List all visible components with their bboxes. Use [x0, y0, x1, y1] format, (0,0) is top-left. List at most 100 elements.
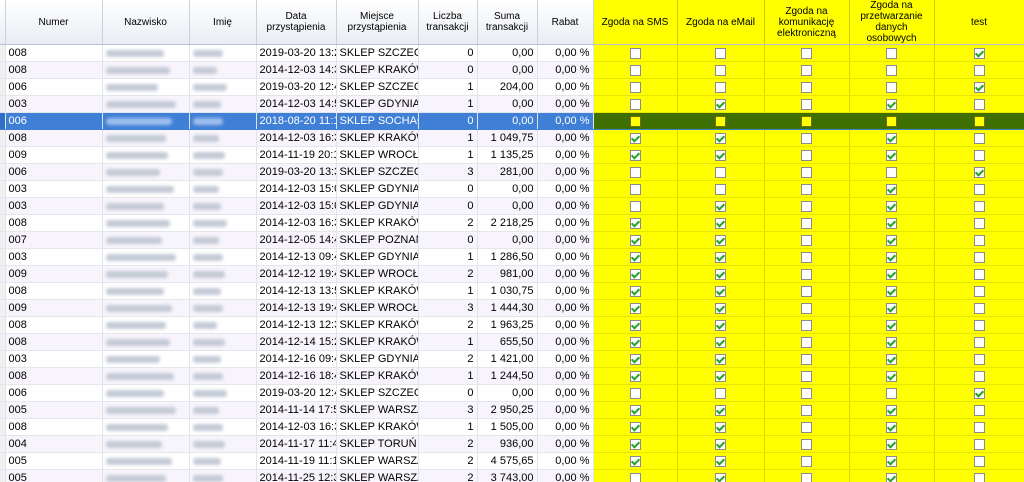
- consent-data-processing-checkbox[interactable]: [886, 455, 897, 467]
- cell-miejsce-przystapienia[interactable]: SKLEP KRAKÓW: [336, 282, 419, 300]
- cell-imie[interactable]: [189, 418, 257, 436]
- cell-suma-transakcji[interactable]: 2 218,25: [477, 214, 538, 232]
- consent-electronic-checkbox[interactable]: [801, 455, 812, 467]
- cell-numer[interactable]: 005: [5, 452, 103, 470]
- consent-email-checkbox[interactable]: [715, 404, 726, 416]
- cell-suma-transakcji[interactable]: 936,00: [477, 435, 538, 453]
- test-checkbox[interactable]: [973, 336, 985, 348]
- cell-numer[interactable]: 008: [5, 367, 103, 385]
- consent-sms-checkbox[interactable]: [629, 115, 641, 127]
- test-checkbox[interactable]: [973, 421, 985, 433]
- table-row[interactable]: 003 2014-12-03 15:04:SKLEP GDYNIA00,000,0…: [0, 180, 1024, 198]
- cell-numer[interactable]: 003: [5, 180, 103, 198]
- consent-data-processing-checkbox[interactable]: [886, 268, 897, 280]
- cell-imie[interactable]: [189, 112, 257, 130]
- test-checkbox[interactable]: [973, 353, 985, 365]
- consent-email-checkbox[interactable]: [715, 98, 726, 110]
- cell-rabat[interactable]: 0,00 %: [537, 231, 594, 249]
- cell-miejsce-przystapienia[interactable]: SKLEP KRAKÓW: [336, 214, 419, 232]
- cell-suma-transakcji[interactable]: 1 244,50: [477, 367, 538, 385]
- cell-liczba-transakcji[interactable]: 3: [418, 163, 478, 181]
- cell-miejsce-przystapienia[interactable]: SKLEP WROCŁAW: [336, 299, 419, 317]
- cell-numer[interactable]: 008: [5, 129, 103, 147]
- test-checkbox[interactable]: [973, 387, 985, 399]
- consent-electronic-checkbox[interactable]: [801, 81, 812, 93]
- test-checkbox[interactable]: [973, 166, 985, 178]
- cell-miejsce-przystapienia[interactable]: SKLEP WROCŁAW: [336, 146, 419, 164]
- cell-suma-transakcji[interactable]: 1 444,30: [477, 299, 538, 317]
- cell-data-przystapienia[interactable]: 2019-03-20 12:48:: [256, 78, 337, 96]
- consent-email-checkbox[interactable]: [715, 183, 726, 195]
- cell-nazwisko[interactable]: [102, 316, 190, 334]
- consent-data-processing-checkbox[interactable]: [886, 319, 897, 331]
- cell-suma-transakcji[interactable]: 0,00: [477, 231, 538, 249]
- cell-numer[interactable]: 008: [5, 282, 103, 300]
- consent-electronic-checkbox[interactable]: [801, 217, 812, 229]
- table-row[interactable]: 008 2014-12-03 16:34:SKLEP KRAKÓW11 049,7…: [0, 129, 1024, 147]
- consent-data-processing-checkbox[interactable]: [886, 438, 897, 450]
- consent-data-processing-checkbox[interactable]: [886, 217, 897, 229]
- consent-electronic-checkbox[interactable]: [801, 319, 812, 331]
- cell-miejsce-przystapienia[interactable]: SKLEP GDYNIA: [336, 248, 419, 266]
- column-header-imie[interactable]: Imię: [189, 0, 257, 45]
- consent-data-processing-checkbox[interactable]: [886, 421, 897, 433]
- cell-miejsce-przystapienia[interactable]: SKLEP SZCZECIN: [336, 78, 419, 96]
- table-row[interactable]: 009 2014-12-13 19:41:SKLEP WROCŁAW31 444,…: [0, 299, 1024, 317]
- cell-rabat[interactable]: 0,00 %: [537, 214, 594, 232]
- table-row[interactable]: 008 2019-03-20 13:27:SKLEP SZCZECIN00,000…: [0, 44, 1024, 62]
- cell-numer[interactable]: 008: [5, 61, 103, 79]
- table-row[interactable]: 006 2019-03-20 12:48:SKLEP SZCZECIN1204,0…: [0, 78, 1024, 96]
- consent-sms-checkbox[interactable]: [629, 285, 641, 297]
- consent-data-processing-checkbox[interactable]: [886, 387, 897, 399]
- consent-electronic-checkbox[interactable]: [801, 115, 812, 127]
- consent-data-processing-checkbox[interactable]: [886, 472, 897, 482]
- cell-numer[interactable]: 008: [5, 316, 103, 334]
- cell-suma-transakcji[interactable]: 0,00: [477, 180, 538, 198]
- consent-sms-checkbox[interactable]: [629, 387, 641, 399]
- test-checkbox[interactable]: [973, 183, 985, 195]
- cell-imie[interactable]: [189, 197, 257, 215]
- cell-rabat[interactable]: 0,00 %: [537, 95, 594, 113]
- cell-nazwisko[interactable]: [102, 401, 190, 419]
- consent-electronic-checkbox[interactable]: [801, 421, 812, 433]
- consent-data-processing-checkbox[interactable]: [886, 251, 897, 263]
- table-row[interactable]: 008 2014-12-03 14:36:SKLEP KRAKÓW00,000,0…: [0, 61, 1024, 79]
- cell-data-przystapienia[interactable]: 2014-12-16 18:47:: [256, 367, 337, 385]
- cell-miejsce-przystapienia[interactable]: SKLEP KRAKÓW: [336, 316, 419, 334]
- cell-rabat[interactable]: 0,00 %: [537, 418, 594, 436]
- cell-numer[interactable]: 003: [5, 248, 103, 266]
- cell-nazwisko[interactable]: [102, 231, 190, 249]
- cell-numer[interactable]: 006: [5, 112, 103, 130]
- cell-data-przystapienia[interactable]: 2014-12-13 12:36:: [256, 316, 337, 334]
- cell-rabat[interactable]: 0,00 %: [537, 316, 594, 334]
- cell-numer[interactable]: 006: [5, 384, 103, 402]
- test-checkbox[interactable]: [973, 319, 985, 331]
- cell-data-przystapienia[interactable]: 2014-12-12 19:46:: [256, 265, 337, 283]
- consent-email-checkbox[interactable]: [715, 251, 726, 263]
- cell-imie[interactable]: [189, 401, 257, 419]
- cell-rabat[interactable]: 0,00 %: [537, 112, 594, 130]
- cell-nazwisko[interactable]: [102, 367, 190, 385]
- cell-liczba-transakcji[interactable]: 0: [418, 180, 478, 198]
- table-row[interactable]: 005 2014-11-25 12:38:SKLEP WARSZAW23 743,…: [0, 469, 1024, 482]
- cell-suma-transakcji[interactable]: 0,00: [477, 61, 538, 79]
- consent-electronic-checkbox[interactable]: [801, 404, 812, 416]
- cell-nazwisko[interactable]: [102, 469, 190, 482]
- consent-electronic-checkbox[interactable]: [801, 47, 812, 59]
- consent-data-processing-checkbox[interactable]: [886, 234, 897, 246]
- cell-nazwisko[interactable]: [102, 265, 190, 283]
- consent-sms-checkbox[interactable]: [629, 370, 641, 382]
- consent-electronic-checkbox[interactable]: [801, 472, 812, 482]
- consent-sms-checkbox[interactable]: [629, 251, 641, 263]
- cell-imie[interactable]: [189, 384, 257, 402]
- consent-sms-checkbox[interactable]: [629, 353, 641, 365]
- cell-imie[interactable]: [189, 333, 257, 351]
- test-checkbox[interactable]: [973, 438, 985, 450]
- table-row[interactable]: 006 2018-08-20 11:19:SKLEP SOCHACZE00,000…: [0, 112, 1024, 130]
- cell-data-przystapienia[interactable]: 2014-12-03 14:36:: [256, 61, 337, 79]
- cell-numer[interactable]: 008: [5, 418, 103, 436]
- cell-suma-transakcji[interactable]: 204,00: [477, 78, 538, 96]
- cell-liczba-transakcji[interactable]: 2: [418, 214, 478, 232]
- cell-imie[interactable]: [189, 367, 257, 385]
- consent-email-checkbox[interactable]: [715, 115, 726, 127]
